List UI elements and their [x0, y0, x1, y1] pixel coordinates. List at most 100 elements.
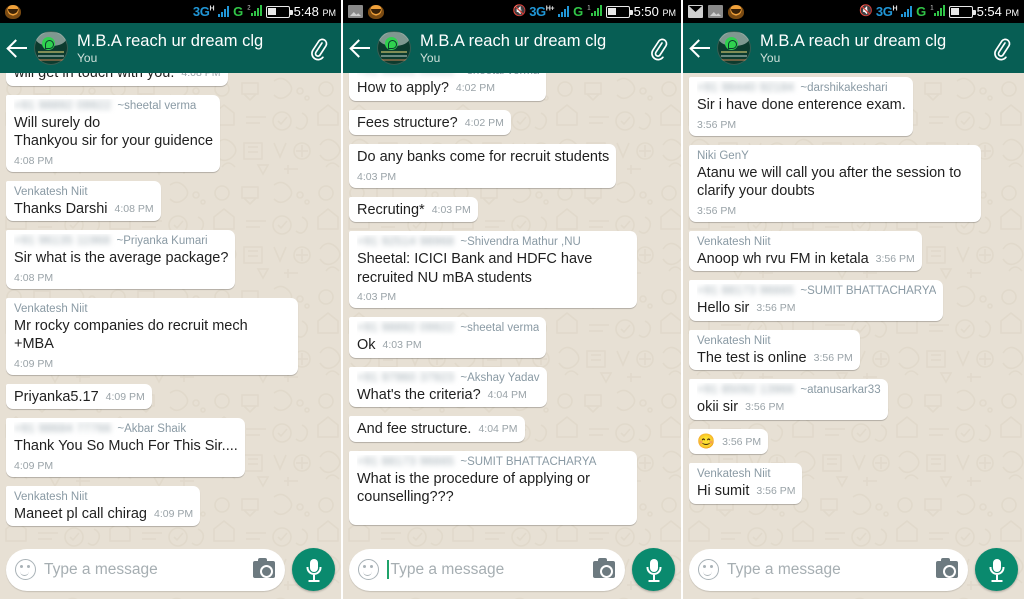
group-avatar[interactable] — [34, 31, 68, 65]
message-sender-line: +91 88173 96665 ~SUMIT BHATTACHARYA — [357, 455, 630, 470]
message-timestamp: 3:56 PM — [745, 401, 785, 413]
microphone-button[interactable] — [632, 548, 675, 591]
message-sender-line: Venkatesh Niit — [697, 235, 915, 250]
header-titles[interactable]: M.B.A reach ur dream clg You — [420, 32, 645, 65]
network-3g-label: 3GH — [193, 5, 215, 18]
message-bubble[interactable]: Venkatesh Niit Hi sumit 3:56 PM — [689, 463, 803, 504]
status-bar-clock: 5:50 PM — [634, 4, 676, 19]
sender-name: ~Shivendra Mathur ,NU — [460, 236, 581, 248]
smiley-icon[interactable] — [15, 559, 36, 580]
message-bubble[interactable]: And fee structure. 4:04 PM — [349, 416, 525, 442]
sender-name: Venkatesh Niit — [697, 334, 771, 347]
message-text: And fee structure. — [357, 421, 472, 437]
panel-1: 3GH G 2 5:48 PM M.B.A reach ur dream clg You w… — [0, 0, 341, 599]
back-arrow-icon[interactable] — [689, 36, 713, 60]
message-bubble[interactable]: +91 88173 96665 ~SUMIT BHATTACHARYA Hello … — [689, 280, 944, 321]
message-timestamp: 4:08 PM — [181, 73, 221, 79]
message-bubble[interactable]: +91 88173 96665 ~SUMIT BHATTACHARYA What i… — [349, 450, 637, 525]
message-timestamp: 4:09 PM — [105, 390, 145, 403]
message-input-box[interactable]: Type a message — [689, 548, 968, 591]
message-input-placeholder[interactable]: Type a message — [727, 561, 936, 579]
microphone-button[interactable] — [292, 548, 335, 591]
signal-bars-data — [901, 6, 913, 17]
message-bubble[interactable]: Priyanka5.17 4:09 PM — [6, 383, 152, 409]
message-bubble[interactable]: +91 98892 09922 ~sheetal verma Will surely… — [6, 94, 221, 172]
group-avatar[interactable] — [717, 31, 751, 65]
message-bubble[interactable]: Venkatesh Niit Maneet pl call chirag 4:09 … — [6, 485, 201, 526]
message-bubble[interactable]: Fees structure? 4:02 PM — [349, 109, 511, 135]
paperclip-icon[interactable] — [645, 33, 671, 63]
message-timestamp: 4:09 PM — [14, 459, 54, 472]
message-bubble[interactable]: +91 97960 37923 ~Akshay Yadav What's the c… — [349, 366, 547, 407]
smiley-icon[interactable] — [698, 559, 719, 580]
message-input-box[interactable]: Type a message — [349, 548, 625, 591]
chat-subtitle: You — [77, 50, 98, 65]
message-bubble[interactable]: +91 85092 13966 ~atanusarkar33 okii sir 3:5… — [689, 379, 888, 420]
camera-icon[interactable] — [593, 557, 615, 578]
camera-icon[interactable] — [936, 557, 958, 578]
clock-time: 5:48 — [293, 4, 319, 19]
back-arrow-icon[interactable] — [349, 36, 373, 60]
message-text: Priyanka5.17 — [14, 388, 99, 405]
message-text: Atanu we will call you after the session… — [697, 164, 966, 200]
message-bubble[interactable]: +91 98892 09922 ~sheetal verma Ok 4:03 PM — [349, 317, 547, 358]
message-bubble[interactable]: Do any banks come for recruit students 4:… — [349, 144, 617, 188]
message-input-box[interactable]: Type a message — [6, 548, 285, 591]
message-text: 😊 — [697, 433, 716, 450]
message-bubble[interactable]: +91 98892 09922 ~sheetal verma How to appl… — [349, 73, 547, 101]
smiley-icon[interactable] — [358, 559, 379, 580]
text-caret — [387, 560, 389, 579]
chat-header: M.B.A reach ur dream clg You — [683, 23, 1024, 73]
chat-message-list[interactable]: will get in touch with you. 4:08 PM +91 98… — [0, 73, 341, 599]
message-bubble[interactable]: Venkatesh Niit Anoop wh rvu FM in ketala 3… — [689, 230, 922, 271]
whatsapp-screenshot-collage: 3GH G 2 5:48 PM M.B.A reach ur dream clg You w… — [0, 0, 1024, 599]
message-bubble[interactable]: +91 98684 77766 ~Akbar Shaik Thank You So … — [6, 418, 245, 477]
panel-2: 🔇 3GH+ G 1 5:50 PM M.B.A reach ur dream clg Yo… — [341, 0, 683, 599]
messages-container: will get in touch with you. 4:08 PM +91 98… — [6, 73, 334, 526]
message-text-row: The test is online 3:56 PM — [697, 349, 853, 368]
message-text: Hello sir — [697, 300, 750, 316]
message-bubble[interactable]: Venkatesh Niit Mr rocky companies do recr… — [6, 297, 298, 375]
message-timestamp: 4:08 PM — [14, 154, 54, 167]
sender-phone-number: +91 98440 92184 — [697, 82, 795, 94]
paperclip-icon[interactable] — [305, 33, 331, 63]
message-sender-line: Venkatesh Niit — [697, 334, 853, 349]
sender-name: ~Priyanka Kumari — [116, 235, 208, 247]
message-composer: Type a message — [0, 544, 341, 599]
header-titles[interactable]: M.B.A reach ur dream clg You — [77, 32, 305, 65]
status-bar: 🔇 3GH G 1 5:54 PM — [683, 0, 1024, 23]
app-icon — [368, 4, 384, 19]
message-input-placeholder[interactable]: Type a message — [391, 561, 594, 579]
sender-phone-number: +91 97960 37923 — [357, 371, 455, 384]
chat-message-list[interactable]: +91 98440 92184 ~darshikakeshari Sir i hav… — [683, 73, 1024, 599]
back-arrow-icon[interactable] — [6, 36, 30, 60]
message-sender-line: +91 98892 09922 ~sheetal verma — [357, 321, 539, 336]
message-timestamp: 3:56 PM — [697, 118, 737, 131]
network-3g-label: 3GH+ — [529, 5, 554, 18]
status-bar-left-icons — [348, 4, 384, 19]
microphone-button[interactable] — [975, 548, 1018, 591]
chat-subtitle: You — [760, 50, 781, 65]
message-bubble[interactable]: Recruting* 4:03 PM — [349, 196, 478, 222]
paperclip-icon[interactable] — [988, 33, 1014, 63]
message-timestamp: 3:56 PM — [813, 351, 853, 364]
header-titles[interactable]: M.B.A reach ur dream clg You — [760, 32, 988, 65]
message-text: Fees structure? — [357, 114, 458, 131]
message-bubble[interactable]: Venkatesh Niit Thanks Darshi 4:08 PM — [6, 180, 161, 221]
message-bubble[interactable]: +91 96135 11968 ~Priyanka Kumari Sir what … — [6, 230, 236, 289]
message-bubble[interactable]: will get in touch with you. 4:08 PM — [6, 73, 228, 86]
clock-time: 5:50 — [633, 4, 659, 19]
message-sender-line: +91 97960 37923 ~Akshay Yadav — [357, 371, 540, 386]
camera-icon[interactable] — [253, 557, 275, 578]
message-bubble[interactable]: Niki GenY Atanu we will call you after th… — [689, 144, 981, 222]
sender-phone-number: +91 98892 09922 — [357, 322, 455, 334]
message-input-placeholder[interactable]: Type a message — [44, 561, 253, 579]
message-bubble[interactable]: 😊 3:56 PM — [689, 428, 769, 454]
message-bubble[interactable]: +91 98440 92184 ~darshikakeshari Sir i hav… — [689, 77, 913, 136]
message-bubble[interactable]: Venkatesh Niit The test is online 3:56 PM — [689, 329, 860, 370]
message-sender-line: +91 98684 77766 ~Akbar Shaik — [14, 422, 238, 437]
group-avatar[interactable] — [377, 31, 411, 65]
message-bubble[interactable]: +91 92514 98968 ~Shivendra Mathur ,NU Shee… — [349, 231, 637, 308]
chat-message-list[interactable]: +91 98892 09922 ~sheetal verma How to appl… — [343, 73, 681, 599]
messages-container: +91 98892 09922 ~sheetal verma How to appl… — [349, 73, 674, 525]
